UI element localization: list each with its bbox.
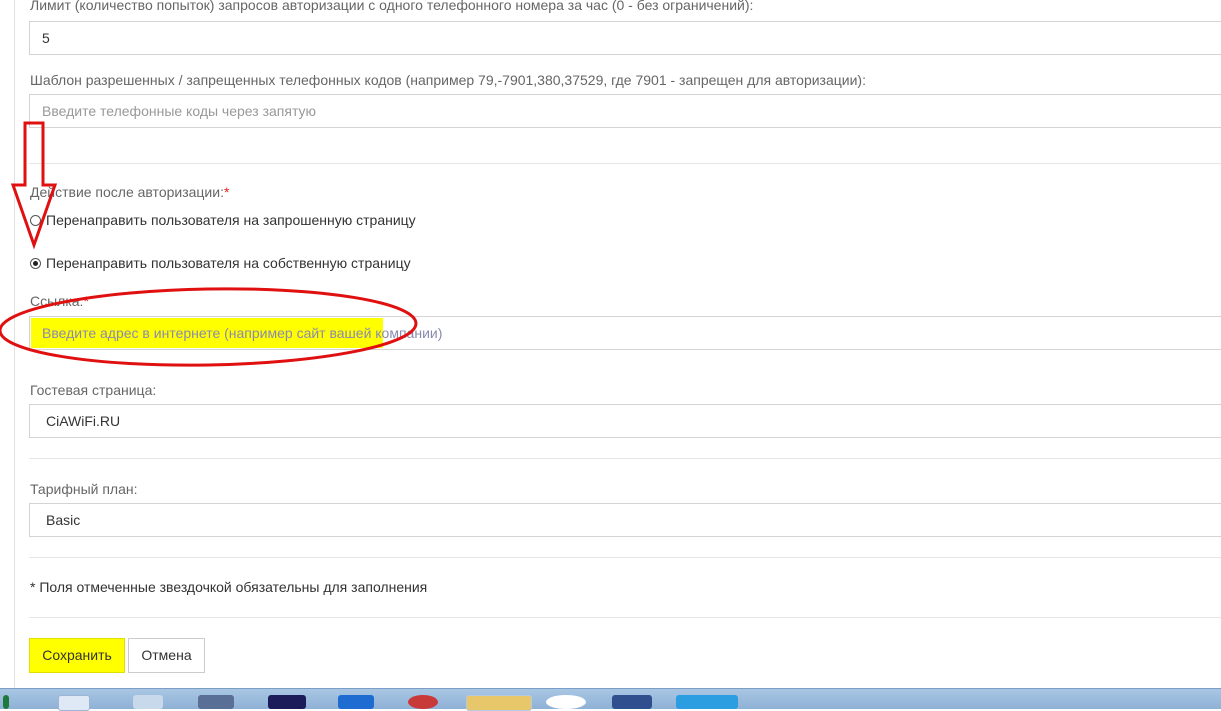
guest-page-label: Гостевая страница: (30, 382, 157, 398)
radio-own-label: Перенаправить пользователя на собственну… (46, 255, 411, 271)
save-button[interactable]: Сохранить (29, 638, 125, 673)
link-placeholder: Введите адрес в интернете (например сайт… (42, 325, 443, 341)
required-mark: * (83, 293, 89, 309)
guest-page-select[interactable]: CiAWiFi.RU (29, 404, 1221, 438)
tariff-select[interactable]: Basic (29, 503, 1221, 537)
codes-label: Шаблон разрешенных / запрещенных телефон… (30, 72, 866, 88)
ie-icon[interactable] (58, 695, 90, 711)
action-label: Действие после авторизации:* (30, 184, 229, 200)
windows-icon[interactable] (338, 695, 374, 709)
codes-input[interactable]: Введите телефонные коды через запятую (29, 94, 1221, 128)
media-icon[interactable] (133, 695, 163, 709)
required-note: * Поля отмеченные звездочкой обязательны… (30, 579, 428, 595)
radio-requested-label: Перенаправить пользователя на запрошенну… (46, 212, 416, 228)
limit-input[interactable]: 5 (29, 21, 1221, 55)
windows-start-icon[interactable] (3, 695, 9, 709)
cancel-button[interactable]: Отмена (128, 638, 205, 673)
taskbar (0, 688, 1221, 711)
limit-label: Лимит (количество попыток) запросов авто… (30, 0, 754, 13)
radio-button-checked[interactable] (30, 257, 41, 269)
radio-redirect-requested[interactable]: Перенаправить пользователя на запрошенну… (30, 212, 416, 228)
link-label-text: Ссылка: (30, 293, 84, 309)
divider (29, 458, 1221, 459)
chrome-icon[interactable] (546, 695, 586, 709)
divider (29, 617, 1221, 618)
keyboard-icon[interactable] (198, 695, 234, 709)
skype-icon[interactable] (676, 695, 738, 709)
app-icon[interactable] (612, 695, 652, 709)
clock-icon[interactable] (408, 695, 438, 709)
folder-icon[interactable] (466, 695, 532, 711)
divider (29, 163, 1221, 164)
divider (29, 557, 1221, 558)
tariff-label: Тарифный план: (30, 481, 138, 497)
action-label-text: Действие после авторизации: (30, 184, 224, 200)
radio-button-unchecked[interactable] (30, 214, 41, 226)
radio-redirect-own[interactable]: Перенаправить пользователя на собственну… (30, 255, 411, 271)
link-label: Ссылка:* (30, 293, 89, 309)
visual-studio-icon[interactable] (268, 695, 306, 709)
page-left-border (14, 0, 15, 688)
required-mark: * (223, 184, 230, 200)
